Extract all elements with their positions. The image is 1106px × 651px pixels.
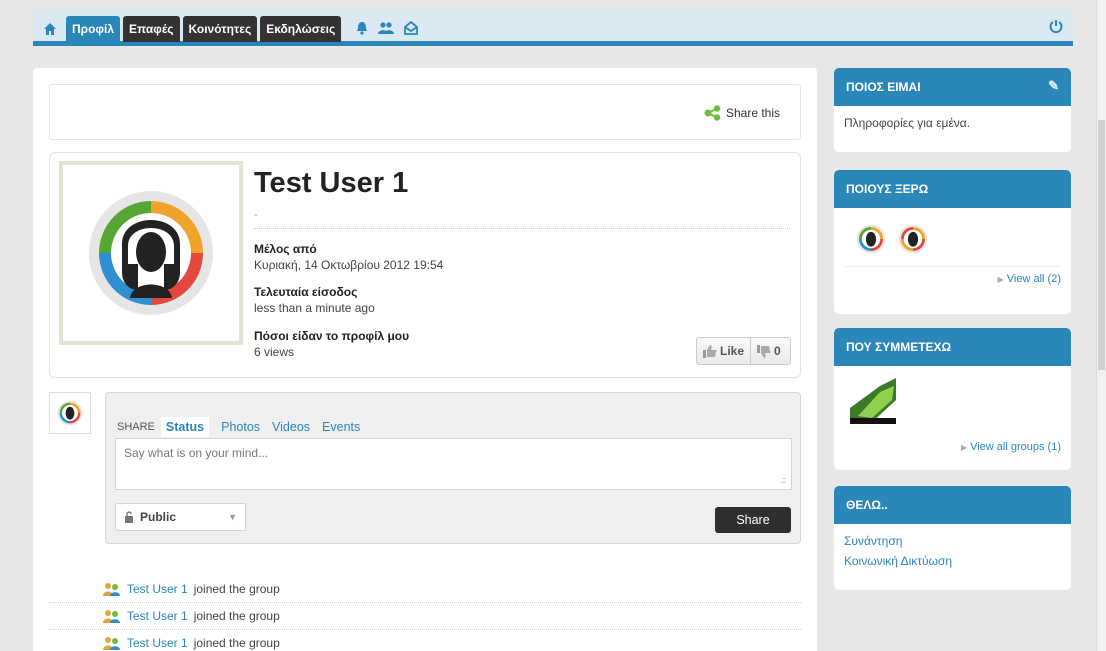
wants-title: ΘΕΛΩ.. [834, 486, 1071, 524]
divider [254, 228, 790, 229]
member-since-label: Μέλος από [254, 242, 317, 256]
tab-photos[interactable]: Photos [221, 420, 260, 434]
want-link-social-networking[interactable]: Κοινωνική Δικτύωση [844, 554, 1061, 568]
tab-contacts[interactable]: Επαφές [123, 16, 180, 42]
composer-avatar[interactable] [49, 392, 91, 434]
friends-title: ΠΟΙΟΥΣ ΞΕΡΩ [834, 170, 1071, 208]
activity-text: joined the group [193, 609, 280, 623]
lock-icon [125, 511, 133, 523]
avatar-icon [57, 400, 83, 426]
like-widget: Like 0 [696, 337, 791, 365]
friend-avatar[interactable] [898, 224, 928, 254]
arrow-right-icon: ▶ [997, 275, 1004, 284]
wants-module: ΘΕΛΩ.. Συνάντηση Κοινωνική Δικτύωση [834, 486, 1071, 590]
arrow-right-icon: ▶ [960, 443, 968, 452]
share-this-button[interactable]: Share this [704, 105, 780, 121]
dislike-count: 0 [774, 344, 781, 358]
last-login-value: less than a minute ago [254, 301, 375, 315]
view-all-groups-text: View all groups (1) [970, 441, 1061, 453]
privacy-select[interactable]: Public ▼ [115, 503, 246, 531]
profile-views-label: Πόσοι είδαν το προφίλ μου [254, 329, 410, 343]
activity-user-link[interactable]: Test User 1 [127, 609, 188, 623]
share-label: SHARE [117, 421, 155, 433]
member-since-value: Κυριακή, 14 Οκτωβρίου 2012 19:54 [254, 258, 444, 272]
tab-status[interactable]: Status [160, 417, 210, 437]
status-placeholder: Say what is on your mind... [124, 446, 269, 460]
activity-user-link[interactable]: Test User 1 [127, 582, 188, 596]
member-since: Μέλος από Κυριακή, 14 Οκτωβρίου 2012 19:… [254, 242, 443, 272]
view-all-friends-text: View all (2) [1006, 273, 1061, 285]
status-input[interactable]: Say what is on your mind... .:: [115, 438, 792, 490]
main-content: Share this Test User 1 - Μέλος από Κυρια… [33, 68, 817, 651]
home-icon[interactable] [37, 17, 63, 41]
profile-name: Test User 1 [254, 167, 409, 199]
privacy-value: Public [140, 510, 177, 524]
like-label: Like [720, 344, 745, 358]
tab-events[interactable]: Events [322, 420, 360, 434]
nav-left: Προφίλ Επαφές Κοινότητες Εκδηλώσεις [37, 16, 419, 42]
resize-handle[interactable]: .:: [780, 475, 785, 485]
activity-item: Test User 1 joined the group [49, 576, 801, 603]
groups-body: ▶ View all groups (1) [834, 366, 1071, 463]
groups-module: ΠΟΥ ΣΥΜΜΕΤΕΧΩ ▶ View all groups (1) [834, 328, 1071, 470]
group-thumbnail[interactable] [850, 378, 896, 424]
friends-icon[interactable] [378, 21, 395, 38]
group-icon [103, 583, 120, 596]
nav-icons [356, 20, 419, 38]
about-module: ΠΟΙΟΣ ΕΙΜΑΙ ✎ Πληροφορίες για εμένα. [834, 68, 1071, 152]
share-bar: Share this [49, 84, 801, 140]
share-this-label: Share this [725, 106, 780, 120]
activity-item: Test User 1 joined the group [49, 603, 801, 630]
group-list [844, 376, 1061, 435]
about-title-text: ΠΟΙΟΣ ΕΙΜΑΙ [846, 80, 921, 94]
friends-body: ▶ View all (2) [834, 208, 1071, 295]
friend-avatar[interactable] [856, 224, 886, 254]
activity-text: joined the group [193, 636, 280, 650]
activity-user-link[interactable]: Test User 1 [127, 636, 188, 650]
profile-card: Test User 1 - Μέλος από Κυριακή, 14 Οκτω… [49, 152, 801, 378]
last-login: Τελευταία είσοδος less than a minute ago [254, 285, 375, 315]
like-button[interactable]: Like [697, 338, 752, 364]
activity-text: joined the group [193, 582, 280, 596]
tab-communities[interactable]: Κοινότητες [182, 16, 258, 42]
pencil-icon[interactable]: ✎ [1048, 78, 1059, 94]
friends-list [844, 218, 1061, 266]
share-icon [704, 105, 721, 121]
about-title: ΠΟΙΟΣ ΕΙΜΑΙ ✎ [834, 68, 1071, 106]
share-button[interactable]: Share [715, 507, 791, 533]
avatar-icon [89, 191, 213, 315]
top-navigation: Προφίλ Επαφές Κοινότητες Εκδηλώσεις [33, 10, 1073, 46]
profile-status: - [254, 209, 258, 221]
want-link-meeting[interactable]: Συνάντηση [844, 534, 1061, 548]
tab-profile[interactable]: Προφίλ [66, 16, 121, 42]
composer-tabs: SHARE Status Photos Videos Events [117, 417, 372, 437]
activity-stream: Test User 1 joined the group Test User 1… [49, 576, 801, 651]
group-icon [103, 610, 120, 623]
profile-views: Πόσοι είδαν το προφίλ μου 6 views [254, 329, 409, 359]
thumbs-up-icon [703, 344, 717, 358]
thumbs-down-icon [757, 344, 771, 358]
view-all-friends-link[interactable]: ▶ View all (2) [844, 266, 1061, 285]
inbox-icon[interactable] [404, 20, 419, 38]
wants-list: Συνάντηση Κοινωνική Δικτύωση [834, 524, 1071, 584]
bell-icon[interactable] [356, 21, 368, 38]
avatar[interactable] [59, 161, 243, 345]
last-login-label: Τελευταία είσοδος [254, 285, 358, 299]
about-text: Πληροφορίες για εμένα. [844, 116, 971, 130]
power-icon[interactable] [1049, 19, 1063, 38]
group-icon [103, 637, 120, 650]
view-all-groups-link[interactable]: ▶ View all groups (1) [844, 435, 1061, 453]
friends-module: ΠΟΙΟΥΣ ΞΕΡΩ ▶ View all (2) [834, 170, 1071, 314]
profile-views-value: 6 views [254, 345, 295, 359]
status-composer: SHARE Status Photos Videos Events Say wh… [105, 392, 801, 544]
scrollbar-thumb[interactable] [1098, 120, 1105, 370]
dislike-button[interactable]: 0 [751, 344, 787, 358]
groups-title: ΠΟΥ ΣΥΜΜΕΤΕΧΩ [834, 328, 1071, 366]
page-scrollbar[interactable] [1096, 0, 1106, 651]
chevron-down-icon: ▼ [228, 512, 237, 522]
tab-videos[interactable]: Videos [272, 420, 310, 434]
activity-item: Test User 1 joined the group [49, 630, 801, 651]
tab-events[interactable]: Εκδηλώσεις [260, 16, 342, 42]
